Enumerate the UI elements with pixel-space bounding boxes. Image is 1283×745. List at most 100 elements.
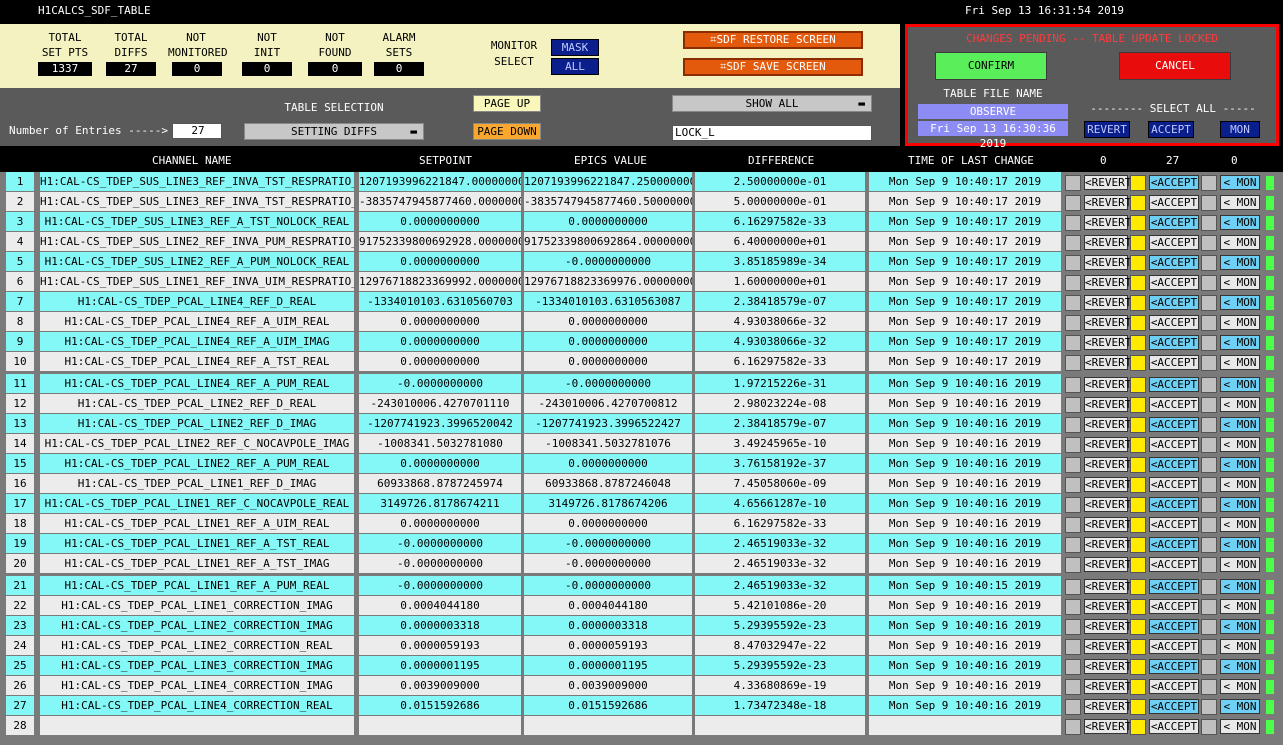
revert-button[interactable]: <REVERT [1084,517,1131,532]
accept-button[interactable]: <ACCEPT [1149,517,1199,532]
revert-checkbox[interactable] [1065,699,1081,715]
accept-checkbox[interactable] [1130,335,1146,351]
revert-button[interactable]: <REVERT [1084,599,1131,614]
mon-button[interactable]: < MON [1220,497,1260,512]
revert-button[interactable]: <REVERT [1084,417,1131,432]
revert-button[interactable]: <REVERT [1084,659,1131,674]
sdf-restore-screen-button[interactable]: ⌗SDF RESTORE SCREEN [683,31,863,49]
revert-checkbox[interactable] [1065,255,1081,271]
revert-button[interactable]: <REVERT [1084,235,1131,250]
accept-checkbox[interactable] [1130,477,1146,493]
mon-checkbox[interactable] [1201,335,1217,351]
revert-button[interactable]: <REVERT [1084,619,1131,634]
accept-checkbox[interactable] [1130,355,1146,371]
accept-checkbox[interactable] [1130,497,1146,513]
accept-button[interactable]: <ACCEPT [1149,619,1199,634]
page-up-button[interactable]: PAGE UP [473,95,541,112]
accept-button[interactable]: <ACCEPT [1149,579,1199,594]
accept-all-button[interactable]: ACCEPT [1148,121,1194,138]
accept-button[interactable]: <ACCEPT [1149,255,1199,270]
mon-all-button[interactable]: MON [1220,121,1260,138]
sdf-save-screen-button[interactable]: ⌗SDF SAVE SCREEN [683,58,863,76]
accept-button[interactable]: <ACCEPT [1149,175,1199,190]
mon-button[interactable]: < MON [1220,557,1260,572]
mon-button[interactable]: < MON [1220,517,1260,532]
revert-checkbox[interactable] [1065,537,1081,553]
table-selection-dropdown[interactable]: SETTING DIFFS ▬ [244,123,424,140]
accept-button[interactable]: <ACCEPT [1149,315,1199,330]
mon-button[interactable]: < MON [1220,417,1260,432]
revert-button[interactable]: <REVERT [1084,377,1131,392]
mon-checkbox[interactable] [1201,275,1217,291]
mon-button[interactable]: < MON [1220,457,1260,472]
mon-button[interactable]: < MON [1220,215,1260,230]
mon-button[interactable]: < MON [1220,377,1260,392]
accept-checkbox[interactable] [1130,397,1146,413]
revert-checkbox[interactable] [1065,619,1081,635]
mon-checkbox[interactable] [1201,437,1217,453]
revert-checkbox[interactable] [1065,437,1081,453]
accept-button[interactable]: <ACCEPT [1149,679,1199,694]
mon-checkbox[interactable] [1201,639,1217,655]
revert-checkbox[interactable] [1065,295,1081,311]
revert-checkbox[interactable] [1065,175,1081,191]
accept-checkbox[interactable] [1130,215,1146,231]
revert-checkbox[interactable] [1065,517,1081,533]
mon-checkbox[interactable] [1201,719,1217,735]
revert-checkbox[interactable] [1065,497,1081,513]
accept-button[interactable]: <ACCEPT [1149,417,1199,432]
accept-button[interactable]: <ACCEPT [1149,537,1199,552]
accept-checkbox[interactable] [1130,417,1146,433]
revert-button[interactable]: <REVERT [1084,699,1131,714]
revert-button[interactable]: <REVERT [1084,497,1131,512]
accept-checkbox[interactable] [1130,639,1146,655]
revert-button[interactable]: <REVERT [1084,537,1131,552]
mon-checkbox[interactable] [1201,175,1217,191]
accept-checkbox[interactable] [1130,175,1146,191]
mon-button[interactable]: < MON [1220,235,1260,250]
revert-checkbox[interactable] [1065,679,1081,695]
cancel-button[interactable]: CANCEL [1119,52,1231,80]
accept-checkbox[interactable] [1130,659,1146,675]
mon-button[interactable]: < MON [1220,275,1260,290]
accept-checkbox[interactable] [1130,195,1146,211]
mon-button[interactable]: < MON [1220,679,1260,694]
revert-checkbox[interactable] [1065,457,1081,473]
accept-button[interactable]: <ACCEPT [1149,397,1199,412]
accept-button[interactable]: <ACCEPT [1149,195,1199,210]
mon-checkbox[interactable] [1201,557,1217,573]
mon-button[interactable]: < MON [1220,195,1260,210]
accept-checkbox[interactable] [1130,679,1146,695]
accept-checkbox[interactable] [1130,579,1146,595]
revert-checkbox[interactable] [1065,477,1081,493]
accept-checkbox[interactable] [1130,295,1146,311]
mon-button[interactable]: < MON [1220,295,1260,310]
accept-button[interactable]: <ACCEPT [1149,457,1199,472]
revert-checkbox[interactable] [1065,659,1081,675]
accept-button[interactable]: <ACCEPT [1149,719,1199,734]
revert-checkbox[interactable] [1065,397,1081,413]
mon-button[interactable]: < MON [1220,315,1260,330]
accept-button[interactable]: <ACCEPT [1149,235,1199,250]
revert-button[interactable]: <REVERT [1084,557,1131,572]
revert-checkbox[interactable] [1065,377,1081,393]
mon-checkbox[interactable] [1201,255,1217,271]
revert-checkbox[interactable] [1065,335,1081,351]
mon-button[interactable]: < MON [1220,639,1260,654]
revert-checkbox[interactable] [1065,417,1081,433]
mon-checkbox[interactable] [1201,659,1217,675]
revert-checkbox[interactable] [1065,195,1081,211]
mon-button[interactable]: < MON [1220,175,1260,190]
accept-button[interactable]: <ACCEPT [1149,699,1199,714]
mon-checkbox[interactable] [1201,315,1217,331]
revert-checkbox[interactable] [1065,719,1081,735]
mon-checkbox[interactable] [1201,195,1217,211]
mon-button[interactable]: < MON [1220,619,1260,634]
mon-checkbox[interactable] [1201,355,1217,371]
accept-button[interactable]: <ACCEPT [1149,295,1199,310]
page-down-button[interactable]: PAGE DOWN [473,123,541,140]
revert-checkbox[interactable] [1065,557,1081,573]
revert-button[interactable]: <REVERT [1084,295,1131,310]
mon-button[interactable]: < MON [1220,599,1260,614]
mon-button[interactable]: < MON [1220,659,1260,674]
